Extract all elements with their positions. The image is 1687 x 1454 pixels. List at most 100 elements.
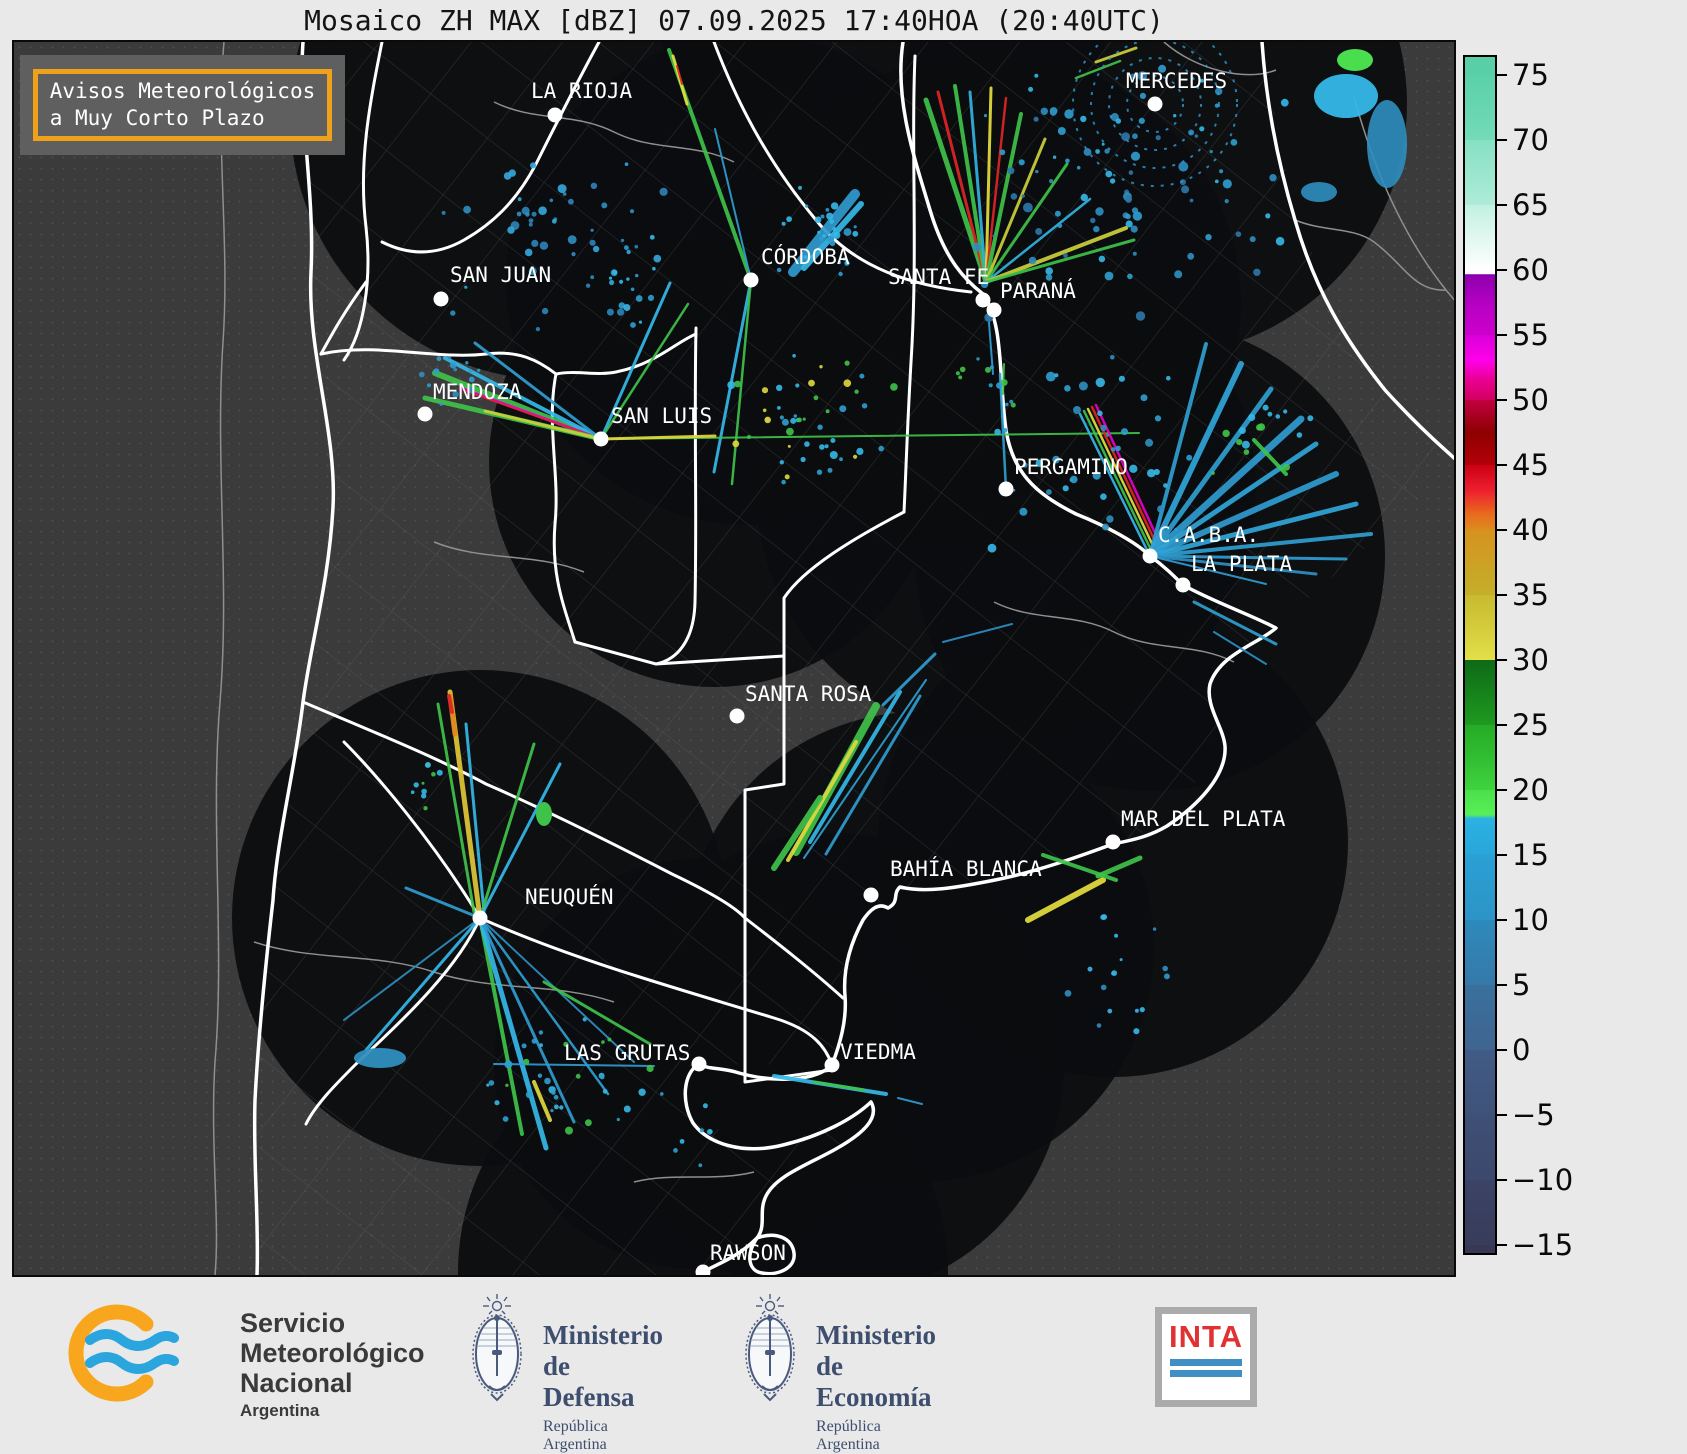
radar-echo-speck bbox=[647, 294, 655, 301]
radar-echo-speck bbox=[843, 379, 852, 388]
city-label: SANTA FE bbox=[888, 265, 990, 289]
radar-echo-speck bbox=[1174, 270, 1183, 279]
colorbar-segment bbox=[1465, 595, 1495, 660]
radar-echo-speck bbox=[616, 1117, 620, 1122]
colorbar-tick-label: 30 bbox=[1512, 643, 1549, 677]
radar-echo-speck bbox=[1104, 271, 1114, 281]
colorbar-tick bbox=[1497, 919, 1507, 921]
radar-echo-speck bbox=[1078, 381, 1088, 391]
radar-echo-speck bbox=[1028, 86, 1034, 92]
radar-echo-speck bbox=[567, 235, 577, 245]
radar-echo-speck bbox=[1165, 974, 1170, 979]
radar-echo-speck bbox=[1007, 167, 1015, 175]
radar-echo-speck bbox=[638, 1088, 646, 1096]
colorbar-segment bbox=[1465, 140, 1495, 205]
radar-echo-speck bbox=[550, 1109, 554, 1113]
radar-echo-speck bbox=[535, 327, 541, 332]
radar-echo-speck bbox=[638, 320, 643, 324]
radar-echo-speck bbox=[814, 216, 822, 223]
radar-echo-speck bbox=[822, 234, 826, 238]
radar-echo-speck bbox=[554, 1104, 559, 1110]
radar-echo-speck bbox=[503, 172, 512, 180]
radar-echo-speck bbox=[1130, 151, 1141, 161]
inta-bar-2 bbox=[1170, 1370, 1242, 1377]
radar-echo-speck bbox=[777, 406, 781, 410]
radar-echo-speck bbox=[525, 212, 530, 217]
radar-echo-speck bbox=[1125, 213, 1131, 220]
radar-echo-patch bbox=[1314, 74, 1378, 118]
radar-echo-speck bbox=[959, 366, 966, 373]
radar-echo-speck bbox=[635, 273, 639, 278]
radar-echo-speck bbox=[1107, 1008, 1113, 1014]
colorbar-tick bbox=[1497, 984, 1507, 986]
radar-echo-patch bbox=[354, 1048, 406, 1068]
radar-echo-speck bbox=[1275, 414, 1281, 419]
radar-echo-speck bbox=[630, 287, 635, 292]
city-marker-dot bbox=[986, 302, 1002, 318]
radar-echo-speck bbox=[784, 474, 790, 480]
radar-echo-speck bbox=[537, 1073, 543, 1078]
radar-echo-speck bbox=[776, 384, 783, 391]
radar-echo-speck bbox=[843, 228, 852, 236]
radar-echo-speck bbox=[1132, 133, 1138, 140]
radar-echo-speck bbox=[795, 383, 800, 388]
radar-echo-speck bbox=[1181, 185, 1190, 194]
radar-echo-speck bbox=[1127, 273, 1133, 280]
coat-of-arms-icon bbox=[472, 1294, 522, 1402]
colorbar-tick bbox=[1497, 854, 1507, 856]
radar-echo-speck bbox=[448, 356, 452, 360]
radar-echo-speck bbox=[816, 469, 823, 475]
colorbar-segment bbox=[1465, 1115, 1495, 1180]
radar-echo-speck bbox=[1064, 990, 1072, 997]
radar-map: LA RIOJA MERCEDES SAN JUAN CÓRDOBA SANTA FE P… bbox=[12, 40, 1456, 1277]
radar-echo-speck bbox=[1115, 118, 1122, 124]
radar-echo-speck bbox=[1080, 193, 1089, 202]
radar-echo-speck bbox=[1249, 236, 1256, 243]
radar-echo-speck bbox=[699, 1128, 704, 1133]
city-label: LA PLATA bbox=[1191, 552, 1293, 576]
radar-echo-speck bbox=[826, 212, 834, 220]
radar-echo-speck bbox=[589, 239, 596, 246]
radar-echo-speck bbox=[972, 242, 982, 252]
city-marker-dot bbox=[998, 481, 1014, 497]
radar-echo-speck bbox=[541, 307, 549, 315]
radar-echo-speck bbox=[1035, 169, 1039, 174]
colorbar-tick-label: 40 bbox=[1512, 513, 1549, 547]
radar-echo-speck bbox=[983, 114, 988, 118]
colorbar-tick bbox=[1497, 1049, 1507, 1051]
radar-echo-speck bbox=[1265, 213, 1271, 219]
colorbar-segment bbox=[1465, 1180, 1495, 1245]
radar-echo-speck bbox=[1000, 379, 1008, 386]
colorbar-tick bbox=[1497, 724, 1507, 726]
radar-echo-patch bbox=[1337, 49, 1373, 71]
radar-echo-speck bbox=[1257, 423, 1266, 431]
radar-echo-speck bbox=[1238, 427, 1246, 434]
radar-echo-speck bbox=[1241, 440, 1250, 449]
colorbar-segment bbox=[1465, 1050, 1495, 1115]
city-marker-dot bbox=[743, 272, 759, 288]
colorbar-tick-label: 70 bbox=[1512, 123, 1549, 157]
city-marker-dot bbox=[593, 431, 609, 447]
radar-echo-speck bbox=[1154, 415, 1162, 422]
city-label: PERGAMINO bbox=[1014, 455, 1128, 479]
colorbar-tick bbox=[1497, 139, 1507, 141]
radar-echo-speck bbox=[1280, 98, 1289, 107]
short-term-warnings-link[interactable]: Avisos Meteorológicos a Muy Corto Plazo bbox=[32, 69, 333, 141]
radar-echo-speck bbox=[797, 417, 802, 423]
radar-echo-speck bbox=[1133, 1028, 1140, 1035]
radar-echo-speck bbox=[538, 206, 547, 215]
radar-echo-speck bbox=[1101, 914, 1108, 920]
radar-echo-speck bbox=[494, 1100, 500, 1106]
radar-echo-speck bbox=[453, 367, 458, 372]
city-marker-dot bbox=[472, 910, 488, 926]
smn-country: Argentina bbox=[240, 1401, 320, 1420]
radar-echo-speck bbox=[1054, 373, 1059, 378]
radar-echo-speck bbox=[608, 276, 613, 280]
radar-echo-speck bbox=[1125, 195, 1133, 203]
radar-echo-speck bbox=[465, 361, 469, 365]
radar-echo-speck bbox=[1095, 207, 1104, 216]
radar-echo-speck bbox=[504, 1060, 513, 1069]
radar-echo-speck bbox=[1045, 267, 1053, 275]
radar-echo-speck bbox=[585, 283, 591, 288]
colorbar-tick-label: 75 bbox=[1512, 58, 1549, 92]
